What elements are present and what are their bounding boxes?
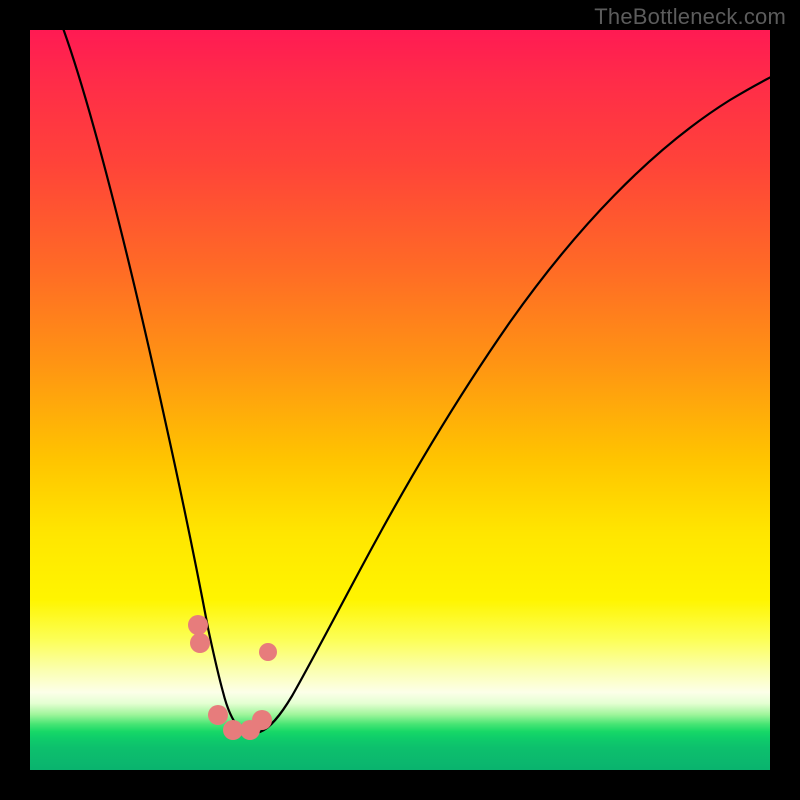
marker-left-cluster-bottom: [190, 633, 210, 653]
marker-valley-right-b: [252, 710, 272, 730]
chart-frame: TheBottleneck.com: [0, 0, 800, 800]
bottleneck-curve-path: [60, 30, 770, 733]
plot-area: [30, 30, 770, 770]
marker-group: [188, 615, 277, 740]
marker-valley-left: [208, 705, 228, 725]
watermark-text: TheBottleneck.com: [594, 4, 786, 30]
marker-left-cluster-top: [188, 615, 208, 635]
bottleneck-curve-svg: [30, 30, 770, 770]
marker-right-single: [259, 643, 277, 661]
